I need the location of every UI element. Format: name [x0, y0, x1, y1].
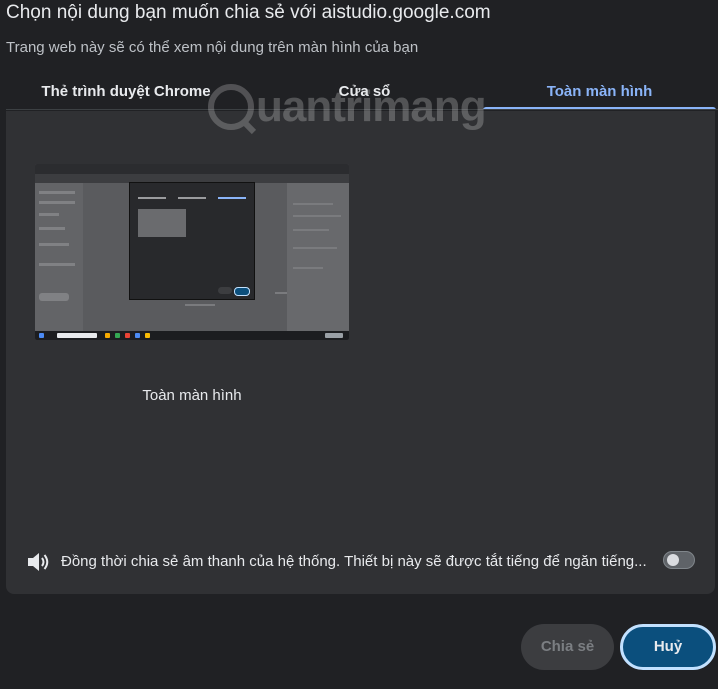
- thumb-dialog-button: [234, 287, 250, 296]
- thumb-task-icon: [135, 333, 140, 338]
- thumb-task-icon: [145, 333, 150, 338]
- thumb-sidebar: [35, 183, 83, 331]
- thumb-sidebar-line: [39, 201, 75, 204]
- screen-thumbnail[interactable]: [35, 164, 349, 340]
- thumb-taskbar: [35, 331, 349, 340]
- tab-window[interactable]: Cửa sổ: [246, 78, 483, 110]
- system-audio-label: Đồng thời chia sẻ âm thanh của hệ thống.…: [61, 553, 647, 570]
- thumb-dialog-tab: [178, 197, 206, 199]
- thumb-task-icon: [39, 333, 44, 338]
- thumb-dialog-tab: [218, 197, 246, 199]
- thumb-dialog-tab: [138, 197, 166, 199]
- toggle-knob: [667, 554, 679, 566]
- thumb-titlebar: [35, 164, 349, 174]
- thumb-sidebar-line: [39, 243, 69, 246]
- cancel-button[interactable]: Huỷ: [620, 624, 716, 670]
- thumb-sidebar-line: [39, 227, 65, 230]
- tab-chrome-tab[interactable]: Thẻ trình duyệt Chrome: [6, 78, 246, 110]
- thumb-right-line: [293, 247, 337, 249]
- thumb-task-clock: [325, 333, 343, 338]
- share-button[interactable]: Chia sẻ: [521, 624, 614, 670]
- thumb-sidebar-card: [39, 293, 69, 301]
- dialog-title: Chọn nội dung bạn muốn chia sẻ với aistu…: [6, 2, 491, 23]
- thumb-task-icon: [125, 333, 130, 338]
- thumb-task-icon: [105, 333, 110, 338]
- thumb-sidebar-line: [39, 263, 75, 266]
- thumb-dialog-button: [218, 287, 232, 294]
- source-tabs: Thẻ trình duyệt Chrome Cửa sổ Toàn màn h…: [6, 78, 718, 110]
- thumb-nested-dialog: [129, 182, 255, 300]
- thumb-task-search: [57, 333, 97, 338]
- screen-thumbnail-label: Toàn màn hình: [142, 387, 242, 404]
- thumb-sidebar-line: [39, 191, 75, 194]
- thumb-right-line: [293, 215, 341, 217]
- dialog-subtitle: Trang web này sẽ có thể xem nội dung trê…: [6, 39, 419, 56]
- tab-divider: [6, 109, 718, 110]
- source-panel: Toàn màn hình: [6, 111, 715, 594]
- thumb-main-line: [185, 304, 215, 306]
- thumb-right-line: [293, 203, 333, 205]
- system-audio-row: Đồng thời chia sẻ âm thanh của hệ thống.…: [6, 543, 715, 583]
- thumb-dialog-preview: [138, 209, 186, 237]
- system-audio-toggle[interactable]: [663, 551, 695, 569]
- thumb-sidebar-line: [39, 213, 59, 216]
- speaker-icon: [28, 553, 49, 571]
- share-screen-dialog: Chọn nội dung bạn muốn chia sẻ với aistu…: [0, 0, 718, 689]
- tab-entire-screen[interactable]: Toàn màn hình: [483, 78, 716, 110]
- thumb-task-icon: [115, 333, 120, 338]
- thumb-right-line: [293, 229, 329, 231]
- thumb-right-panel: [287, 183, 349, 331]
- thumb-right-line: [293, 267, 323, 269]
